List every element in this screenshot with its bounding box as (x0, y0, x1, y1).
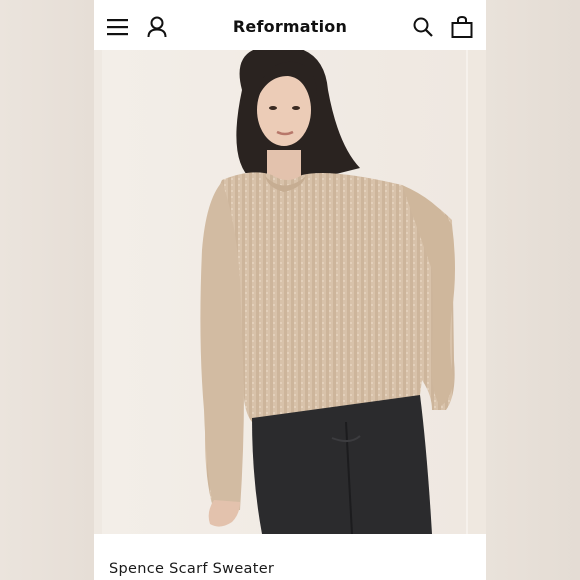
top-navigation-bar: Reformation (94, 6, 486, 50)
brand-logo[interactable]: Reformation (190, 17, 390, 36)
person-account-icon[interactable] (146, 15, 168, 39)
phone-screen: Reformation Spence Scarf Sweater (94, 0, 486, 580)
product-image-carousel[interactable] (94, 45, 486, 535)
product-name[interactable]: Spence Scarf Sweater (109, 561, 274, 577)
next-image-peek[interactable] (468, 50, 486, 534)
search-icon[interactable] (412, 16, 434, 38)
product-info: Spence Scarf Sweater (94, 534, 486, 580)
hamburger-menu-icon[interactable] (106, 16, 130, 38)
product-photo[interactable] (102, 45, 466, 535)
shopping-bag-icon[interactable] (450, 15, 474, 39)
previous-image-peek[interactable] (94, 50, 102, 534)
background-left (0, 0, 94, 580)
background-right (486, 0, 580, 580)
